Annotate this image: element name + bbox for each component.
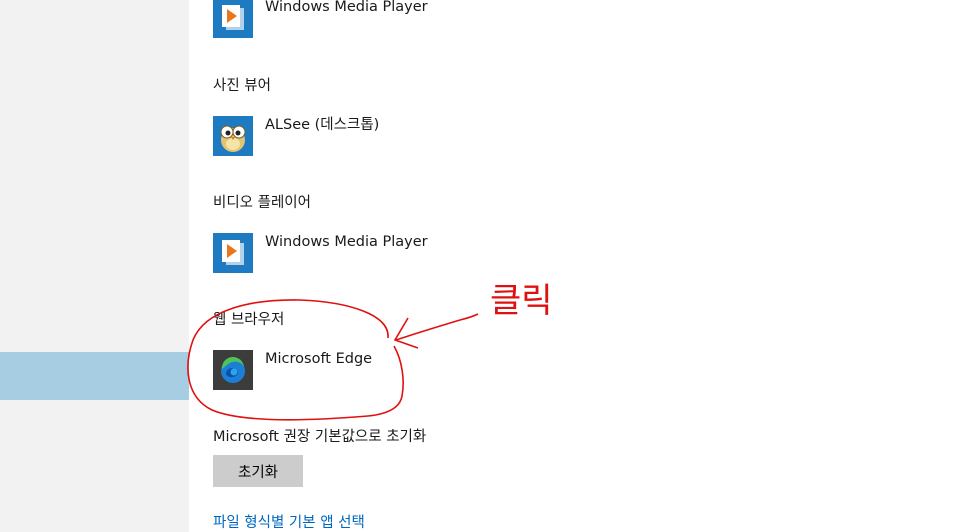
web-browser-app-button[interactable]: Microsoft Edge [213, 350, 372, 392]
alsee-owl-icon [213, 116, 253, 156]
photo-viewer-app-button[interactable]: ALSee (데스크톱) [213, 116, 379, 158]
photo-app-name: ALSee (데스크톱) [265, 117, 380, 133]
reset-label: Microsoft 권장 기본값으로 초기화 [213, 429, 427, 445]
arrow-annotation-line [395, 313, 479, 341]
music-player-app-button[interactable]: Windows Media Player [213, 0, 428, 40]
web-browser-label: 웹 브라우저 [213, 312, 285, 328]
click-annotation-text: 클릭 [490, 281, 553, 321]
music-app-name: Windows Media Player [265, 0, 428, 15]
browser-app-name: Microsoft Edge [265, 351, 373, 367]
windows-media-player-icon [213, 233, 253, 273]
choose-default-apps-by-file-type-link[interactable]: 파일 형식별 기본 앱 선택 [213, 514, 365, 532]
video-app-name: Windows Media Player [265, 234, 428, 250]
arrow-annotation-head [393, 317, 419, 349]
photo-viewer-label: 사진 뷰어 [213, 78, 271, 94]
microsoft-edge-icon [213, 350, 253, 390]
video-player-label: 비디오 플레이어 [213, 195, 311, 211]
sidebar-selected-item[interactable] [0, 352, 189, 400]
video-player-app-button[interactable]: Windows Media Player [213, 233, 428, 275]
sidebar [0, 0, 189, 532]
windows-media-player-icon [213, 0, 253, 38]
reset-button[interactable]: 초기화 [213, 455, 303, 487]
